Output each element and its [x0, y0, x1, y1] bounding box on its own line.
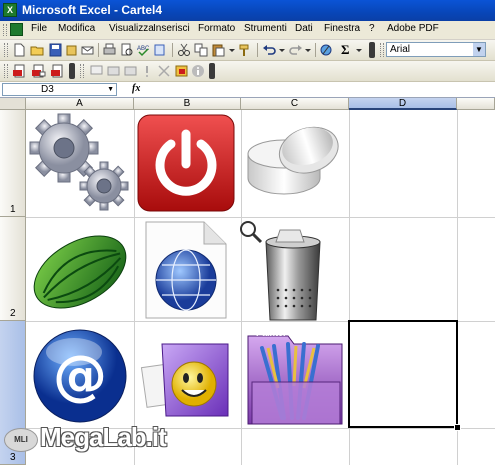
name-box-value: D3 — [41, 84, 54, 95]
mark-icon[interactable] — [140, 64, 155, 78]
menu-visualizza[interactable]: Visualizza — [109, 23, 154, 34]
paste-icon[interactable] — [211, 43, 226, 57]
megalab-text: MegaLab.it — [40, 422, 167, 452]
title-bar: X Microsoft Excel - Cartel4 — [0, 0, 495, 21]
row-header-1[interactable]: 1 — [0, 110, 26, 217]
paste-dropdown-icon[interactable] — [228, 43, 236, 57]
toolbar-separator — [257, 43, 258, 57]
new-comment-icon[interactable] — [89, 64, 104, 78]
new-icon[interactable] — [12, 43, 27, 57]
fill-handle[interactable] — [454, 424, 461, 431]
print-icon[interactable] — [102, 43, 117, 57]
menu-formato[interactable]: Formato — [198, 23, 235, 34]
smiley-messenger-icon[interactable] — [136, 328, 240, 428]
svg-text:@: @ — [53, 344, 107, 407]
standard-toolbar: ABC Σ Arial ▼ — [0, 40, 495, 61]
column-header-b[interactable]: B — [134, 98, 241, 110]
print-preview-icon[interactable] — [119, 43, 134, 57]
row-label: 1 — [10, 204, 16, 215]
permission-icon[interactable] — [64, 43, 79, 57]
gears-icon[interactable] — [28, 112, 132, 216]
document-icon[interactable] — [10, 23, 23, 36]
menu-finestra[interactable]: Finestra — [324, 23, 360, 34]
toolbar-grip-icon[interactable] — [380, 43, 384, 57]
font-name-value: Arial — [390, 44, 411, 55]
hyperlink-icon[interactable] — [319, 43, 334, 57]
show-icon[interactable] — [174, 64, 189, 78]
cream-jar-icon[interactable] — [244, 120, 348, 210]
toolbar-separator — [98, 43, 99, 57]
send-icon[interactable] — [106, 64, 121, 78]
select-all-corner[interactable] — [0, 98, 26, 110]
save-icon[interactable] — [48, 43, 63, 57]
toolbar-options-icon[interactable] — [369, 42, 375, 58]
chevron-down-icon[interactable]: ▼ — [473, 43, 485, 56]
research-icon[interactable] — [153, 43, 168, 57]
active-cell-d3[interactable] — [348, 320, 458, 428]
undo-icon[interactable] — [262, 43, 277, 57]
trash-can-magnifier-icon[interactable] — [236, 220, 340, 324]
name-box[interactable]: D3 ▼ — [2, 83, 117, 96]
window-title: Microsoft Excel - Cartel4 — [22, 3, 163, 17]
column-header-a[interactable]: A — [26, 98, 134, 110]
column-header-d[interactable]: D — [349, 98, 457, 110]
megalab-watermark: MLI MegaLab.it — [4, 422, 167, 462]
power-button-icon[interactable] — [136, 112, 238, 214]
menu-modifica[interactable]: Modifica — [58, 23, 95, 34]
toolbar-options-icon[interactable] — [69, 63, 75, 79]
row-header-2[interactable]: 2 — [0, 217, 26, 321]
undo-dropdown-icon[interactable] — [278, 43, 286, 57]
spelling-icon[interactable]: ABC — [136, 43, 151, 57]
menu-help[interactable]: ? — [369, 23, 375, 34]
pdf-review-toolbar — [0, 61, 495, 82]
font-name-select[interactable]: Arial ▼ — [386, 42, 486, 57]
toolbar-grip-icon[interactable] — [4, 43, 8, 57]
fx-icon[interactable]: fx — [132, 83, 140, 94]
redo-icon[interactable] — [288, 43, 303, 57]
toolbar-grip-icon[interactable] — [80, 64, 84, 78]
column-header-e[interactable] — [457, 98, 495, 110]
toolbar-grip-icon[interactable] — [4, 64, 8, 78]
chevron-down-icon[interactable]: ▼ — [107, 84, 114, 95]
cut-icon[interactable] — [177, 43, 192, 57]
column-header-c[interactable]: C — [241, 98, 349, 110]
menu-strumenti[interactable]: Strumenti — [244, 23, 287, 34]
toolbar-separator — [315, 43, 316, 57]
menu-inserisci[interactable]: Inserisci — [153, 23, 190, 34]
redo-dropdown-icon[interactable] — [304, 43, 312, 57]
formula-input[interactable] — [150, 83, 493, 96]
excel-icon[interactable]: X — [3, 3, 17, 17]
convert-and-review-icon[interactable] — [50, 64, 65, 78]
painter-folder-icon[interactable]: Painter 6 — [244, 322, 348, 428]
at-sign-icon[interactable]: @ — [30, 326, 130, 426]
copy-icon[interactable] — [194, 43, 209, 57]
formula-bar: D3 ▼ fx — [0, 82, 495, 98]
globe-document-icon[interactable] — [140, 220, 232, 320]
convert-and-email-icon[interactable] — [31, 64, 46, 78]
reply-icon[interactable] — [157, 64, 172, 78]
menu-dati[interactable]: Dati — [295, 23, 313, 34]
menu-file[interactable]: File — [31, 23, 47, 34]
menu-bar: File Modifica Visualizza Inserisci Forma… — [0, 21, 495, 40]
info-icon[interactable] — [191, 64, 206, 78]
autosum-icon[interactable]: Σ — [341, 43, 356, 57]
track-changes-icon[interactable] — [123, 64, 138, 78]
convert-to-pdf-icon[interactable] — [12, 64, 27, 78]
svg-text:ABC: ABC — [137, 46, 150, 52]
toolbar-grip-icon[interactable] — [3, 24, 7, 36]
row-label: 2 — [10, 308, 16, 319]
menu-adobe-pdf[interactable]: Adobe PDF — [387, 23, 439, 34]
megalab-badge: MLI — [4, 428, 38, 452]
email-icon[interactable] — [80, 43, 95, 57]
autosum-dropdown-icon[interactable] — [355, 43, 363, 57]
green-melon-icon[interactable] — [28, 222, 132, 320]
painter-folder-label: Painter 6 — [256, 328, 294, 338]
format-painter-icon[interactable] — [238, 43, 253, 57]
toolbar-separator — [172, 43, 173, 57]
open-icon[interactable] — [30, 43, 45, 57]
toolbar-options-icon[interactable] — [209, 63, 215, 79]
